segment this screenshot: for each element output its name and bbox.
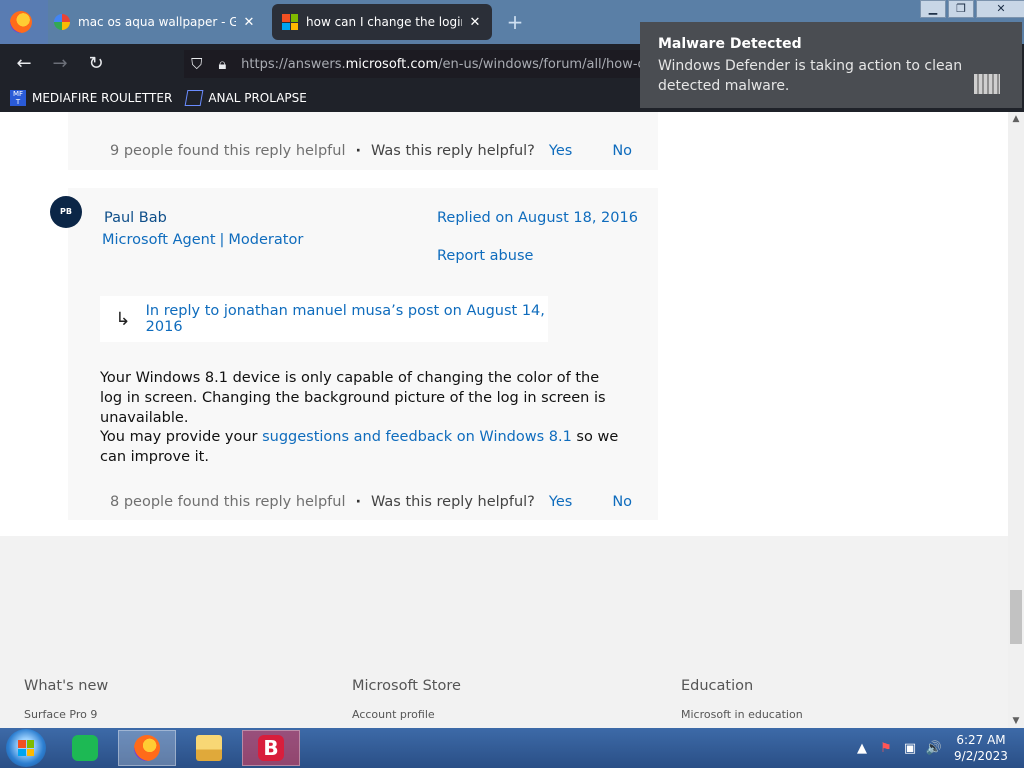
network-icon[interactable]: ▣ bbox=[898, 741, 922, 756]
in-reply-to-box[interactable]: ↳ In reply to jonathan manuel musa’s pos… bbox=[100, 296, 548, 342]
avatar[interactable]: PB bbox=[50, 196, 82, 228]
action-center-flag-icon[interactable]: ⚑ bbox=[874, 741, 898, 756]
in-reply-to-link[interactable]: In reply to jonathan manuel musa’s post … bbox=[146, 303, 548, 335]
start-button[interactable] bbox=[6, 729, 46, 767]
system-tray: ▲ ⚑ ▣ 🔊 bbox=[850, 728, 946, 768]
separator-dot: · bbox=[355, 143, 361, 159]
notification-title: Malware Detected bbox=[658, 36, 802, 52]
taskbar-firefox[interactable] bbox=[118, 730, 176, 766]
page-content: 9 people found this reply helpful · Was … bbox=[0, 112, 1008, 728]
clock-date: 9/2/2023 bbox=[954, 749, 1008, 763]
tab-close-icon[interactable]: ✕ bbox=[242, 15, 256, 30]
helpful-count: 8 people found this reply helpful bbox=[110, 494, 346, 510]
reply-paragraph: Your Windows 8.1 device is only capable … bbox=[100, 370, 606, 426]
footer-link[interactable]: Microsoft in education bbox=[681, 708, 803, 721]
close-window-button[interactable]: ✕ bbox=[976, 0, 1024, 18]
helpful-no-button[interactable]: No bbox=[612, 143, 632, 159]
author-name[interactable]: Paul Bab bbox=[104, 210, 167, 226]
windows-logo-icon bbox=[18, 740, 34, 756]
reply-arrow-icon: ↳ bbox=[115, 308, 131, 330]
notification-body: Windows Defender is taking action to cle… bbox=[658, 58, 963, 94]
tab-google-search[interactable]: mac os aqua wallpaper - Google ✕ bbox=[44, 4, 266, 40]
url-text[interactable]: https://answers.microsoft.com/en-us/wind… bbox=[241, 57, 654, 72]
site-footer: What's new Surface Pro 9 Microsoft Store… bbox=[0, 536, 1008, 728]
reply-paragraph: You may provide your suggestions and fee… bbox=[100, 429, 619, 465]
maximize-button[interactable]: ❐ bbox=[948, 0, 974, 18]
tab-label: how can I change the login scre bbox=[306, 15, 462, 29]
footer-column-education: Education Microsoft in education bbox=[681, 678, 803, 721]
footer-link[interactable]: Account profile bbox=[352, 708, 461, 721]
microsoft-icon bbox=[282, 14, 298, 30]
address-bar[interactable]: ⛉ 🔒︎ https://answers.microsoft.com/en-us… bbox=[184, 50, 654, 78]
firefox-icon bbox=[134, 735, 160, 761]
helpful-yes-button[interactable]: Yes bbox=[549, 494, 572, 510]
helpful-yes-button[interactable]: Yes bbox=[549, 143, 572, 159]
footer-heading: Microsoft Store bbox=[352, 678, 461, 694]
show-hidden-icons-icon[interactable]: ▲ bbox=[850, 741, 874, 756]
separator-dot: · bbox=[355, 494, 361, 510]
scroll-up-icon[interactable]: ▲ bbox=[1008, 112, 1024, 126]
taskbar: B ▲ ⚑ ▣ 🔊 6:27 AM 9/2/2023 bbox=[0, 728, 1024, 768]
mediafire-icon: MF T bbox=[10, 90, 26, 106]
bookmark-label: MEDIAFIRE ROULETTER bbox=[32, 91, 173, 105]
role-microsoft-agent[interactable]: Microsoft Agent bbox=[102, 232, 216, 248]
clock-time: 6:27 AM bbox=[956, 733, 1006, 747]
bookmark-mediafire-rouletter[interactable]: MF T MEDIAFIRE ROULETTER bbox=[10, 90, 172, 106]
folder-icon bbox=[196, 735, 222, 761]
tab-label: mac os aqua wallpaper - Google bbox=[78, 15, 236, 29]
minimize-button[interactable]: ▁ bbox=[920, 0, 946, 18]
bookmark-icon bbox=[184, 90, 204, 106]
taskbar-file-explorer[interactable] bbox=[180, 730, 238, 766]
footer-column-whats-new: What's new Surface Pro 9 bbox=[24, 678, 108, 721]
volume-icon[interactable]: 🔊 bbox=[922, 741, 946, 756]
reload-button[interactable]: ↻ bbox=[84, 52, 108, 76]
feedback-link[interactable]: suggestions and feedback on Windows 8.1 bbox=[262, 429, 572, 445]
scrollbar-thumb[interactable] bbox=[1010, 590, 1022, 644]
role-moderator[interactable]: Moderator bbox=[228, 232, 303, 248]
helpful-row: 9 people found this reply helpful · Was … bbox=[110, 139, 632, 163]
google-icon bbox=[54, 14, 70, 30]
taskbar-spotify[interactable] bbox=[56, 730, 114, 766]
footer-link[interactable]: Surface Pro 9 bbox=[24, 708, 108, 721]
scroll-down-icon[interactable]: ▼ bbox=[1008, 714, 1024, 728]
role-separator: | bbox=[219, 232, 225, 248]
page-scrollbar[interactable]: ▲ ▼ bbox=[1008, 112, 1024, 728]
helpful-no-button[interactable]: No bbox=[612, 494, 632, 510]
helpful-count: 9 people found this reply helpful bbox=[110, 143, 346, 159]
reply-date[interactable]: Replied on August 18, 2016 bbox=[437, 210, 638, 226]
footer-heading: Education bbox=[681, 678, 754, 694]
tab-close-icon[interactable]: ✕ bbox=[468, 15, 482, 30]
spotify-icon bbox=[72, 735, 98, 761]
shield-icon[interactable]: ⛉ bbox=[184, 55, 210, 73]
author-roles: Microsoft Agent | Moderator bbox=[102, 232, 303, 248]
footer-column-microsoft-store: Microsoft Store Account profile bbox=[352, 678, 461, 721]
taskbar-app-b[interactable]: B bbox=[242, 730, 300, 766]
defender-icon bbox=[974, 74, 1000, 94]
bookmark-label: ANAL PROLAPSE bbox=[208, 91, 307, 105]
report-abuse-link[interactable]: Report abuse bbox=[437, 248, 533, 264]
b-app-icon: B bbox=[258, 735, 284, 761]
helpful-row: 8 people found this reply helpful · Was … bbox=[110, 490, 632, 514]
taskbar-clock[interactable]: 6:27 AM 9/2/2023 bbox=[948, 732, 1014, 764]
back-button[interactable]: ← bbox=[12, 52, 36, 76]
firefox-icon[interactable] bbox=[10, 11, 32, 33]
malware-notification[interactable]: Malware Detected Windows Defender is tak… bbox=[640, 22, 1022, 108]
footer-heading: What's new bbox=[24, 678, 109, 694]
helpful-question: Was this reply helpful? bbox=[371, 143, 535, 159]
helpful-question: Was this reply helpful? bbox=[371, 494, 535, 510]
window-controls: ▁ ❐ ✕ bbox=[918, 0, 1024, 20]
lock-icon[interactable]: 🔒︎ bbox=[210, 55, 236, 73]
new-tab-button[interactable]: + bbox=[505, 10, 525, 34]
tab-microsoft-answers[interactable]: how can I change the login scre ✕ bbox=[272, 4, 492, 40]
forward-button[interactable]: → bbox=[48, 52, 72, 76]
bookmark-anal-prolapse[interactable]: ANAL PROLAPSE bbox=[184, 90, 307, 106]
